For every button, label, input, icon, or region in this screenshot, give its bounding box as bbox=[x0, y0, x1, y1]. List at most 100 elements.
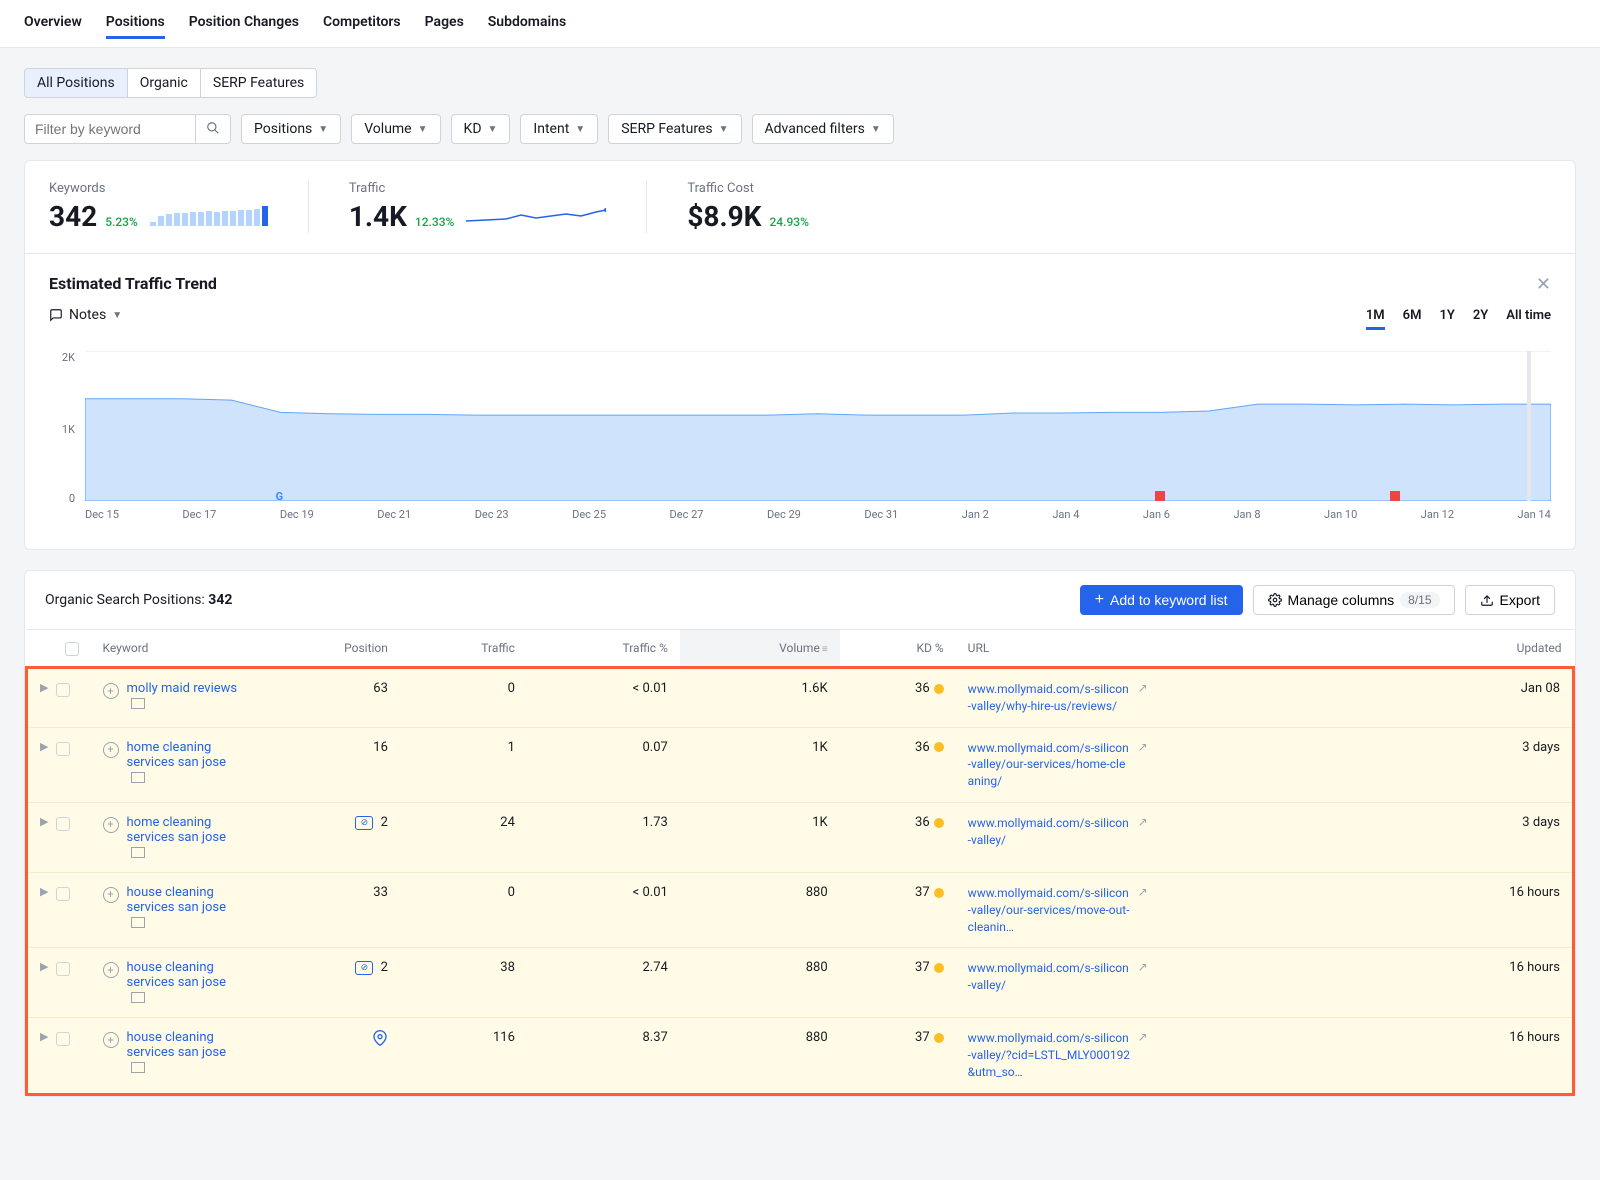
filter-tab-all[interactable]: All Positions bbox=[25, 69, 128, 97]
kd-dot-icon bbox=[934, 818, 944, 828]
add-keyword-icon[interactable]: + bbox=[103, 742, 119, 758]
cell-volume: 880 bbox=[680, 1018, 840, 1094]
pill-advanced[interactable]: Advanced filters▼ bbox=[752, 114, 894, 144]
expand-row-icon[interactable]: ▶ bbox=[40, 1030, 48, 1043]
expand-row-icon[interactable]: ▶ bbox=[40, 740, 48, 753]
tab-subdomains[interactable]: Subdomains bbox=[488, 8, 566, 39]
export-button[interactable]: Export bbox=[1465, 585, 1555, 615]
pill-intent[interactable]: Intent▼ bbox=[520, 114, 598, 144]
tab-competitors[interactable]: Competitors bbox=[323, 8, 401, 39]
external-link-icon[interactable]: ↗ bbox=[1138, 960, 1148, 974]
cell-kd: 36 bbox=[840, 802, 956, 872]
add-to-keyword-list-button[interactable]: +Add to keyword list bbox=[1080, 585, 1243, 615]
range-1y[interactable]: 1Y bbox=[1439, 308, 1454, 330]
chevron-down-icon: ▼ bbox=[418, 124, 428, 135]
cell-kd: 36 bbox=[840, 727, 956, 802]
range-2y[interactable]: 2Y bbox=[1473, 308, 1488, 330]
col-keyword[interactable]: Keyword bbox=[91, 630, 251, 668]
add-keyword-icon[interactable]: + bbox=[103, 817, 119, 833]
scroll-handle[interactable] bbox=[1527, 351, 1531, 501]
col-kd[interactable]: KD % bbox=[840, 630, 956, 668]
add-keyword-icon[interactable]: + bbox=[103, 1032, 119, 1048]
external-link-icon[interactable]: ↗ bbox=[1138, 885, 1148, 899]
row-checkbox[interactable] bbox=[56, 962, 70, 976]
pill-positions[interactable]: Positions▼ bbox=[241, 114, 341, 144]
main-tabs: Overview Positions Position Changes Comp… bbox=[0, 0, 1600, 48]
keyword-link[interactable]: home cleaning services san jose bbox=[127, 815, 227, 845]
manage-columns-button[interactable]: Manage columns8/15 bbox=[1253, 585, 1455, 615]
cell-position: 63 bbox=[251, 668, 400, 728]
metric-keywords: Keywords 3425.23% bbox=[49, 181, 309, 233]
external-link-icon[interactable]: ↗ bbox=[1138, 815, 1148, 829]
external-link-icon[interactable]: ↗ bbox=[1138, 740, 1148, 754]
cell-traffic-pct: < 0.01 bbox=[527, 872, 680, 947]
row-checkbox[interactable] bbox=[56, 817, 70, 831]
serp-icon bbox=[131, 917, 145, 928]
expand-row-icon[interactable]: ▶ bbox=[40, 681, 48, 694]
col-volume[interactable]: Volume≡ bbox=[680, 630, 840, 668]
row-checkbox[interactable] bbox=[56, 887, 70, 901]
expand-row-icon[interactable]: ▶ bbox=[40, 885, 48, 898]
url-link[interactable]: www.mollymaid.com/s-silicon-valley/why-h… bbox=[968, 681, 1132, 715]
marker-icon bbox=[1155, 491, 1165, 501]
url-link[interactable]: www.mollymaid.com/s-silicon-valley/our-s… bbox=[968, 740, 1132, 790]
pill-volume[interactable]: Volume▼ bbox=[351, 114, 440, 144]
col-updated[interactable]: Updated bbox=[1405, 630, 1573, 668]
cell-kd: 37 bbox=[840, 948, 956, 1018]
filter-tab-serp[interactable]: SERP Features bbox=[201, 69, 316, 97]
range-all[interactable]: All time bbox=[1506, 308, 1551, 330]
add-keyword-icon[interactable]: + bbox=[103, 683, 119, 699]
col-url[interactable]: URL bbox=[956, 630, 1406, 668]
row-checkbox[interactable] bbox=[56, 742, 70, 756]
expand-row-icon[interactable]: ▶ bbox=[40, 960, 48, 973]
pill-serp-features[interactable]: SERP Features▼ bbox=[608, 114, 741, 144]
serp-icon bbox=[131, 847, 145, 858]
keyword-link[interactable]: house cleaning services san jose bbox=[127, 960, 227, 990]
table-row: ▶+home cleaning services san jose 1610.0… bbox=[27, 727, 1574, 802]
col-traffic[interactable]: Traffic bbox=[400, 630, 527, 668]
serp-icon bbox=[131, 1062, 145, 1073]
filter-tab-organic[interactable]: Organic bbox=[128, 69, 201, 97]
add-keyword-icon[interactable]: + bbox=[103, 887, 119, 903]
row-checkbox[interactable] bbox=[56, 683, 70, 697]
keyword-link[interactable]: house cleaning services san jose bbox=[127, 885, 227, 915]
notes-toggle[interactable]: Notes▼ bbox=[49, 307, 122, 323]
row-checkbox[interactable] bbox=[56, 1032, 70, 1046]
close-icon[interactable]: ✕ bbox=[1536, 274, 1551, 295]
cell-traffic: 38 bbox=[400, 948, 527, 1018]
table-title: Organic Search Positions: 342 bbox=[45, 592, 232, 608]
tab-position-changes[interactable]: Position Changes bbox=[189, 8, 299, 39]
cell-position bbox=[251, 1018, 400, 1094]
external-link-icon[interactable]: ↗ bbox=[1138, 681, 1148, 695]
kd-dot-icon bbox=[934, 888, 944, 898]
expand-row-icon[interactable]: ▶ bbox=[40, 815, 48, 828]
url-link[interactable]: www.mollymaid.com/s-silicon-valley/ bbox=[968, 960, 1132, 994]
col-traffic-pct[interactable]: Traffic % bbox=[527, 630, 680, 668]
table-row: ▶+house cleaning services san jose ⊘ 238… bbox=[27, 948, 1574, 1018]
add-keyword-icon[interactable]: + bbox=[103, 962, 119, 978]
metric-traffic-cost: Traffic Cost $8.9K24.93% bbox=[687, 181, 849, 233]
pill-kd[interactable]: KD▼ bbox=[451, 114, 511, 144]
col-position[interactable]: Position bbox=[251, 630, 400, 668]
keyword-link[interactable]: house cleaning services san jose bbox=[127, 1030, 227, 1060]
url-link[interactable]: www.mollymaid.com/s-silicon-valley/?cid=… bbox=[968, 1030, 1132, 1080]
range-6m[interactable]: 6M bbox=[1403, 308, 1422, 330]
tab-positions[interactable]: Positions bbox=[106, 8, 165, 39]
serp-icon bbox=[131, 698, 145, 709]
table-row: ▶+home cleaning services san jose ⊘ 2241… bbox=[27, 802, 1574, 872]
keyword-link[interactable]: home cleaning services san jose bbox=[127, 740, 227, 770]
traffic-trend-chart: Estimated Traffic Trend ✕ Notes▼ 1M 6M 1… bbox=[25, 254, 1575, 549]
cell-kd: 36 bbox=[840, 668, 956, 728]
link-icon: ⊘ bbox=[355, 961, 373, 975]
keyword-link[interactable]: molly maid reviews bbox=[127, 681, 238, 696]
url-link[interactable]: www.mollymaid.com/s-silicon-valley/ bbox=[968, 815, 1132, 849]
external-link-icon[interactable]: ↗ bbox=[1138, 1030, 1148, 1044]
tab-overview[interactable]: Overview bbox=[24, 8, 82, 39]
search-button[interactable] bbox=[195, 115, 230, 143]
keyword-filter-input[interactable] bbox=[25, 115, 195, 143]
range-1m[interactable]: 1M bbox=[1366, 308, 1385, 330]
url-link[interactable]: www.mollymaid.com/s-silicon-valley/our-s… bbox=[968, 885, 1132, 935]
chevron-down-icon: ▼ bbox=[488, 124, 498, 135]
tab-pages[interactable]: Pages bbox=[425, 8, 464, 39]
select-all-checkbox[interactable] bbox=[65, 642, 79, 656]
